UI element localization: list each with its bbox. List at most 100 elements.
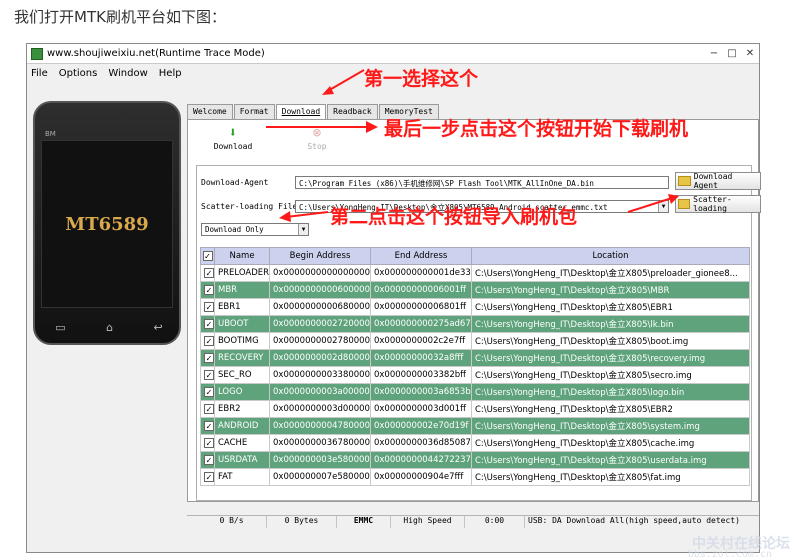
cell-name: LOGO [215,384,270,401]
cell-begin-address: 0x0000000004780000 [270,418,371,435]
download-agent-button[interactable]: Download Agent [675,172,761,190]
row-checkbox[interactable]: ✓ [204,319,214,329]
cell-end-address: 0x0000000036d85087 [370,435,471,452]
download-mode-value: Download Only [205,225,264,234]
header-location: Location [471,248,749,265]
table-row[interactable]: ✓RECOVERY0x0000000002d800000x00000000032… [201,350,750,367]
cell-begin-address: 0x000000003e580000 [270,452,371,469]
tab-download[interactable]: Download [276,104,327,119]
cell-end-address: 0x00000000006801ff [370,299,471,316]
cell-end-address: 0x00000000904e7fff [370,469,471,486]
download-agent-field[interactable]: C:\Program Files (x86)\手机维修网\SP Flash To… [295,176,669,189]
cell-begin-address: 0x0000000002d80000 [270,350,371,367]
table-row[interactable]: ✓EBR10x00000000006800000x00000000006801f… [201,299,750,316]
status-storage: EMMC [337,516,391,528]
download-tab-body: ⬇ Download ⊗ Stop Download-Agent C:\Prog… [187,119,759,502]
maximize-icon[interactable]: □ [723,46,741,62]
menu-file[interactable]: File [31,68,48,79]
header-end: End Address [370,248,471,265]
cell-begin-address: 0x0000000000680000 [270,299,371,316]
row-checkbox[interactable]: ✓ [204,285,214,295]
table-row[interactable]: ✓UBOOT0x00000000027200000x000000000275ad… [201,316,750,333]
menu-window[interactable]: Window [108,68,147,79]
annotation-arrow-last [262,118,382,136]
cell-end-address: 0x0000000003a6853b [370,384,471,401]
annotation-arrow-second-left [276,204,332,224]
cell-begin-address: 0x0000000003380000 [270,367,371,384]
scatter-loading-button-label: Scatter-loading [693,195,760,213]
cell-name: BOOTIMG [215,333,270,350]
cell-location: C:\Users\YongHeng_IT\Desktop\金立X805\EBR1 [471,299,749,316]
minimize-icon[interactable]: − [705,46,723,62]
table-row[interactable]: ✓EBR20x0000000003d000000x0000000003d001f… [201,401,750,418]
tab-readback[interactable]: Readback [327,104,378,119]
download-mode-select[interactable]: Download Only ▼ [201,223,309,236]
table-row[interactable]: ✓ANDROID0x00000000047800000x000000002e70… [201,418,750,435]
menu-options[interactable]: Options [59,68,98,79]
cell-name: MBR [215,282,270,299]
menu-help[interactable]: Help [159,68,182,79]
phone-illustration: BM MT6589 ▭ ⌂ ↩ [33,101,181,345]
tab-welcome[interactable]: Welcome [187,104,233,119]
cell-name: UBOOT [215,316,270,333]
chevron-down-icon[interactable]: ▼ [298,224,308,235]
status-time: 0:00 [465,516,525,528]
watermark-url: bbs.zol.com.cn [688,549,772,560]
cell-location: C:\Users\YongHeng_IT\Desktop\金立X805\lk.b… [471,316,749,333]
cell-name: USRDATA [215,452,270,469]
window-title: www.shoujiweixiu.net(Runtime Trace Mode) [47,48,265,59]
row-checkbox[interactable]: ✓ [204,404,214,414]
cell-location: C:\Users\YongHeng_IT\Desktop\金立X805\EBR2 [471,401,749,418]
row-checkbox-cell: ✓ [201,469,215,486]
row-checkbox[interactable]: ✓ [204,353,214,363]
table-row[interactable]: ✓BOOTIMG0x00000000027800000x0000000002c2… [201,333,750,350]
main-panel: Welcome Format Download Readback MemoryT… [187,104,759,502]
table-row[interactable]: ✓MBR0x00000000006000000x00000000006001ff… [201,282,750,299]
row-checkbox-cell: ✓ [201,350,215,367]
table-row[interactable]: ✓USRDATA0x000000003e5800000x000000004427… [201,452,750,469]
table-row[interactable]: ✓PRELOADER0x00000000000000000x0000000000… [201,265,750,282]
row-checkbox[interactable]: ✓ [204,455,214,465]
download-button[interactable]: ⬇ Download [208,124,258,151]
header-check[interactable]: ✓ [201,248,215,265]
home-key-icon: ⌂ [106,321,113,334]
select-all-checkbox[interactable]: ✓ [203,251,213,261]
cell-begin-address: 0x0000000003a00000 [270,384,371,401]
row-checkbox[interactable]: ✓ [204,387,214,397]
row-checkbox-cell: ✓ [201,316,215,333]
header-begin: Begin Address [270,248,371,265]
table-body: ✓PRELOADER0x00000000000000000x0000000000… [201,265,750,486]
phone-buttons: ▭ ⌂ ↩ [35,321,183,334]
header-name: Name [215,248,270,265]
row-checkbox[interactable]: ✓ [204,438,214,448]
close-icon[interactable]: ✕ [741,46,759,62]
cell-location: C:\Users\YongHeng_IT\Desktop\金立X805\cach… [471,435,749,452]
cell-name: ANDROID [215,418,270,435]
annotation-first: 第一选择这个 [364,64,478,91]
cell-location: C:\Users\YongHeng_IT\Desktop\金立X805\fat.… [471,469,749,486]
table-row[interactable]: ✓CACHE0x00000000367800000x0000000036d850… [201,435,750,452]
table-row[interactable]: ✓FAT0x000000007e5800000x00000000904e7fff… [201,469,750,486]
row-checkbox-cell: ✓ [201,299,215,316]
cell-begin-address: 0x000000007e580000 [270,469,371,486]
row-checkbox[interactable]: ✓ [204,370,214,380]
row-checkbox[interactable]: ✓ [204,302,214,312]
table-row[interactable]: ✓SEC_RO0x00000000033800000x0000000003382… [201,367,750,384]
row-checkbox-cell: ✓ [201,265,215,282]
title-bar: www.shoujiweixiu.net(Runtime Trace Mode)… [27,44,759,64]
row-checkbox[interactable]: ✓ [204,268,214,278]
cell-name: PRELOADER [215,265,270,282]
table-row[interactable]: ✓LOGO0x0000000003a000000x0000000003a6853… [201,384,750,401]
annotation-arrow-second-right [624,192,682,218]
cell-name: EBR1 [215,299,270,316]
tab-format[interactable]: Format [234,104,275,119]
row-checkbox[interactable]: ✓ [204,336,214,346]
page-caption: 我们打开MTK刷机平台如下图： [14,6,226,27]
partition-table: ✓ Name Begin Address End Address Locatio… [200,247,750,486]
cell-name: EBR2 [215,401,270,418]
cell-end-address: 0x00000000032a8fff [370,350,471,367]
row-checkbox[interactable]: ✓ [204,421,214,431]
cell-location: C:\Users\YongHeng_IT\Desktop\金立X805\logo… [471,384,749,401]
row-checkbox[interactable]: ✓ [204,472,214,482]
scatter-loading-button[interactable]: Scatter-loading [675,195,761,213]
